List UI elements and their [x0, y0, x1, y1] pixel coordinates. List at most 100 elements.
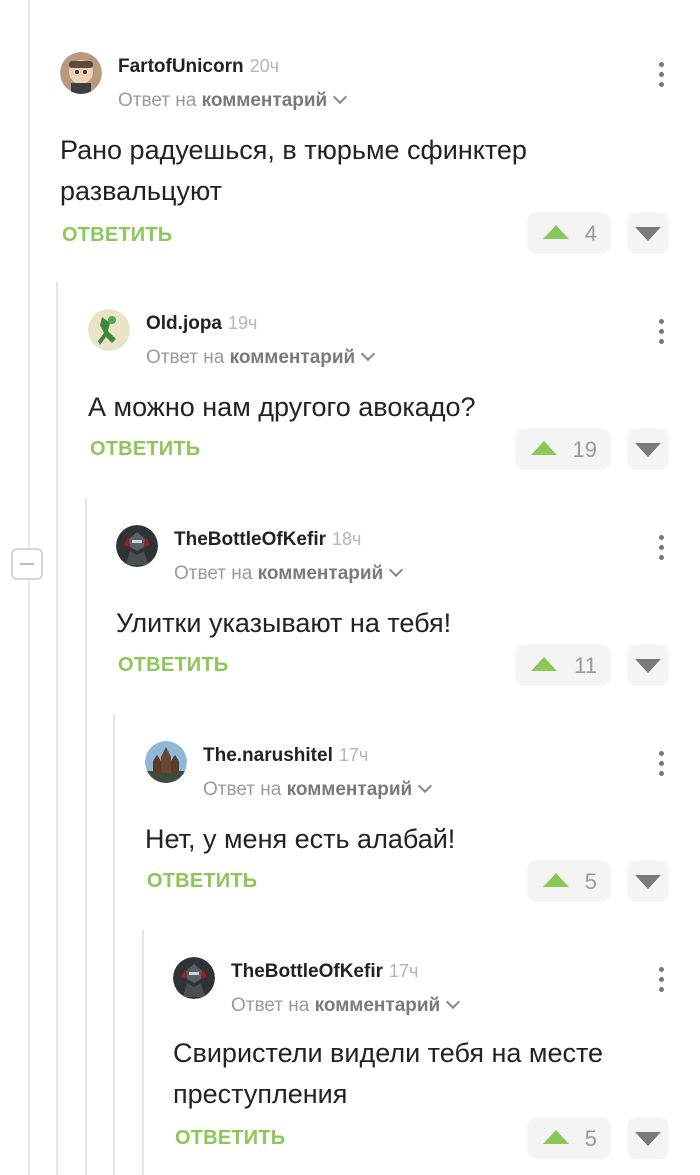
vote-count: 19 — [572, 437, 597, 462]
arrow-up-icon — [543, 225, 569, 239]
dark-knight-avatar-icon — [116, 525, 158, 567]
comment-author[interactable]: TheBottleOfKefir 17ч — [231, 961, 418, 983]
comment: TheBottleOfKefir 17ч Ответ на комментарий… — [173, 957, 680, 1172]
chevron-down-icon — [389, 562, 404, 578]
avatar[interactable] — [145, 741, 187, 783]
author-name[interactable]: FartofUnicorn — [118, 56, 244, 77]
comment-text-line: Улитки указывают на тебя! — [116, 608, 452, 638]
chevron-down-icon — [333, 89, 348, 105]
reply-to-target[interactable]: комментарий — [258, 563, 384, 584]
arrow-up-icon — [531, 657, 557, 671]
comment-text: Свиристели видели тебя на месте преступл… — [173, 1033, 603, 1115]
comment: Old.jopa 19ч Ответ на комментарий А можно… — [88, 309, 680, 489]
reply-to-target[interactable]: комментарий — [315, 995, 441, 1016]
arrow-down-icon — [635, 875, 661, 889]
reply-button[interactable]: ОТВЕТИТЬ — [90, 438, 200, 461]
more-options-icon[interactable] — [656, 60, 666, 90]
comment-text-line: преступления — [173, 1079, 348, 1109]
upvote-button[interactable]: 11 — [515, 644, 611, 686]
reply-to-prefix: Ответ на — [146, 347, 225, 368]
reply-button[interactable]: ОТВЕТИТЬ — [175, 1127, 285, 1150]
comment-time: 19ч — [228, 313, 258, 333]
upvote-button[interactable]: 5 — [527, 860, 611, 902]
arrow-down-icon — [635, 227, 661, 241]
vote-count: 4 — [584, 221, 597, 246]
cartoon-face-avatar-icon — [60, 52, 102, 94]
author-name[interactable]: TheBottleOfKefir — [174, 529, 326, 550]
downvote-button[interactable] — [627, 212, 669, 254]
green-figure-avatar-icon — [88, 309, 130, 351]
chevron-down-icon — [418, 778, 433, 794]
reply-to-link[interactable]: Ответ на комментарий — [231, 994, 461, 1017]
vote-count: 5 — [584, 869, 597, 894]
downvote-button[interactable] — [627, 644, 669, 686]
upvote-button[interactable]: 19 — [515, 428, 611, 470]
avatar[interactable] — [88, 309, 130, 351]
arrow-up-icon — [531, 441, 557, 455]
collapse-thread-button[interactable] — [11, 548, 43, 580]
comment-text: Нет, у меня есть алабай! — [145, 819, 455, 860]
more-options-icon[interactable] — [656, 749, 666, 779]
reply-to-target[interactable]: комментарий — [287, 779, 413, 800]
upvote-button[interactable]: 5 — [527, 1117, 611, 1159]
arrow-up-icon — [543, 1130, 569, 1144]
reply-to-link[interactable]: Ответ на комментарий — [174, 562, 404, 585]
comment-time: 18ч — [332, 529, 362, 549]
avatar[interactable] — [116, 525, 158, 567]
downvote-button[interactable] — [627, 1117, 669, 1159]
reply-to-prefix: Ответ на — [174, 563, 253, 584]
reply-to-link[interactable]: Ответ на комментарий — [203, 778, 433, 801]
comment-author[interactable]: FartofUnicorn 20ч — [118, 56, 279, 78]
arrow-down-icon — [635, 659, 661, 673]
downvote-button[interactable] — [627, 860, 669, 902]
reply-button[interactable]: ОТВЕТИТЬ — [118, 654, 228, 677]
comment: FartofUnicorn 20ч Ответ на комментарий Ра… — [60, 52, 680, 262]
reply-to-prefix: Ответ на — [203, 779, 282, 800]
comment-text-line: развальцуют — [60, 176, 222, 206]
author-name[interactable]: TheBottleOfKefir — [231, 961, 383, 982]
comment: TheBottleOfKefir 18ч Ответ на комментарий… — [116, 525, 680, 705]
dark-knight-avatar-icon — [173, 957, 215, 999]
avatar[interactable] — [60, 52, 102, 94]
comment-text: А можно нам другого авокадо? — [88, 387, 476, 428]
author-name[interactable]: Old.jopa — [146, 313, 222, 334]
reply-button[interactable]: ОТВЕТИТЬ — [147, 870, 257, 893]
reply-to-prefix: Ответ на — [118, 90, 197, 111]
castle-avatar-icon — [145, 741, 187, 783]
arrow-down-icon — [635, 443, 661, 457]
comment-text-line: Рано радуешься, в тюрьме сфинктер — [60, 135, 527, 165]
comment-text-line: Свиристели видели тебя на месте — [173, 1038, 604, 1068]
chevron-down-icon — [361, 346, 376, 362]
comment-time: 20ч — [249, 56, 280, 76]
avatar[interactable] — [173, 957, 215, 999]
comment-author[interactable]: The.narushitel 17ч — [203, 745, 368, 767]
more-options-icon[interactable] — [656, 965, 666, 995]
comment-time: 17ч — [338, 745, 369, 765]
more-options-icon[interactable] — [656, 533, 666, 563]
comment-author[interactable]: TheBottleOfKefir 18ч — [174, 529, 361, 551]
thread-line — [142, 930, 144, 1175]
vote-count: 5 — [584, 1126, 597, 1151]
upvote-button[interactable]: 4 — [527, 212, 611, 254]
arrow-down-icon — [635, 1132, 661, 1146]
thread-line — [56, 282, 58, 1175]
reply-to-prefix: Ответ на — [231, 995, 310, 1016]
reply-to-target[interactable]: комментарий — [202, 90, 328, 111]
downvote-button[interactable] — [627, 428, 669, 470]
more-options-icon[interactable] — [656, 317, 666, 347]
thread-line — [28, 0, 30, 1175]
thread-line — [85, 498, 87, 1175]
vote-count: 11 — [574, 653, 597, 678]
author-name[interactable]: The.narushitel — [203, 745, 333, 766]
comment-time: 17ч — [389, 961, 419, 981]
comment-text-line: Нет, у меня есть алабай! — [145, 824, 456, 854]
reply-to-link[interactable]: Ответ на комментарий — [118, 89, 348, 112]
comment-text-line: А можно нам другого авокадо? — [88, 392, 476, 422]
comment-author[interactable]: Old.jopa 19ч — [146, 313, 257, 335]
reply-to-target[interactable]: комментарий — [230, 347, 356, 368]
comment-text: Рано радуешься, в тюрьме сфинктер развал… — [60, 130, 527, 212]
arrow-up-icon — [543, 873, 569, 887]
reply-to-link[interactable]: Ответ на комментарий — [146, 346, 376, 369]
reply-button[interactable]: ОТВЕТИТЬ — [62, 224, 172, 247]
comment-text: Улитки указывают на тебя! — [116, 603, 451, 644]
